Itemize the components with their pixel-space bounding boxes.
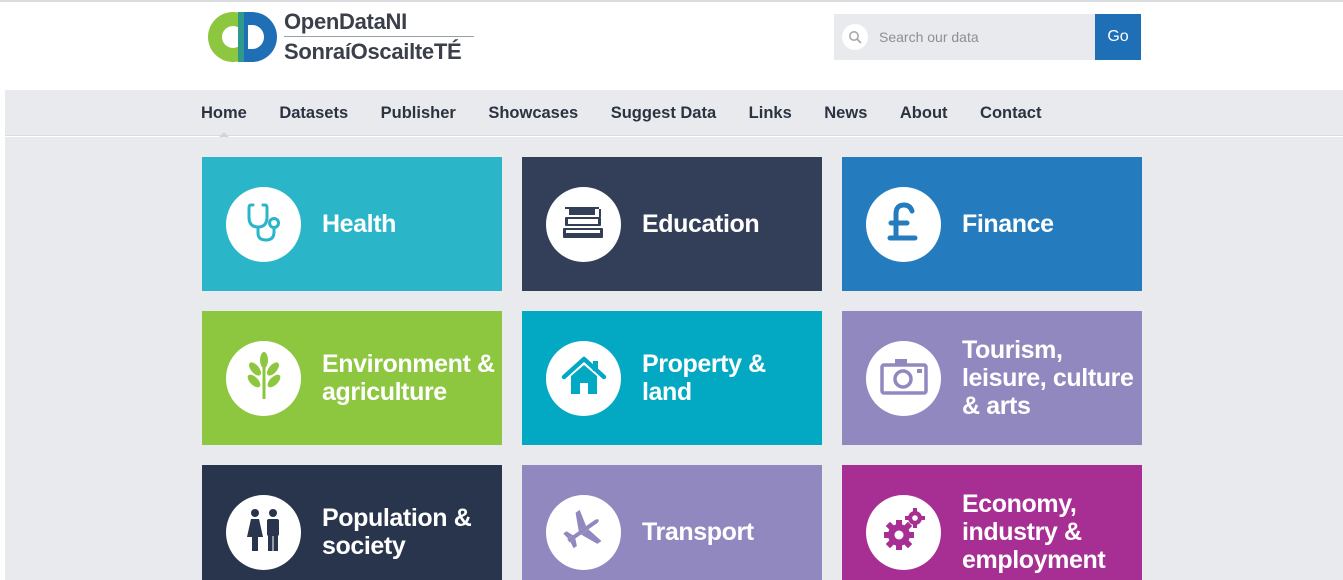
tile-label: Property & land xyxy=(642,350,766,406)
nav-item-home[interactable]: Home xyxy=(201,104,247,137)
nav-item-publisher[interactable]: Publisher xyxy=(381,104,456,123)
tile-tourism-leisure-culture-arts[interactable]: Tourism, leisure, culture & arts xyxy=(842,311,1142,445)
main-nav: Home Datasets Publisher Showcases Sugges… xyxy=(5,90,1343,137)
tile-icon-circle xyxy=(226,186,301,262)
tile-label: Environment & agriculture xyxy=(322,350,495,406)
tile-label: Finance xyxy=(962,210,1054,238)
search-input[interactable] xyxy=(879,15,1079,59)
plant-icon xyxy=(241,351,287,406)
books-icon xyxy=(559,199,609,250)
nav-item-links[interactable]: Links xyxy=(749,104,792,123)
tile-label: Tourism, leisure, culture & arts xyxy=(962,336,1134,420)
house-icon xyxy=(560,353,608,404)
logo-text: OpenDataNI SonraíOscailteTÉ xyxy=(284,8,474,65)
search-bar: Go xyxy=(834,14,1141,60)
tile-icon-circle xyxy=(546,494,621,570)
tile-icon-circle xyxy=(546,340,621,416)
tile-icon-circle xyxy=(866,340,941,416)
site-header: OpenDataNI SonraíOscailteTÉ Go xyxy=(0,2,1343,90)
tile-label: Population & society xyxy=(322,504,472,560)
tile-icon-circle xyxy=(866,494,941,570)
gears-icon xyxy=(880,506,928,559)
nav-list: Home Datasets Publisher Showcases Sugges… xyxy=(201,90,1074,137)
tile-label: Health xyxy=(322,210,397,238)
airplane-icon xyxy=(561,507,607,558)
search-icon xyxy=(842,24,868,50)
tile-environment-agriculture[interactable]: Environment & agriculture xyxy=(202,311,502,445)
tile-health[interactable]: Health xyxy=(202,157,502,291)
logo-line-1: OpenDataNI xyxy=(284,9,407,34)
logo-divider xyxy=(284,36,474,37)
nav-item-showcases[interactable]: Showcases xyxy=(488,104,578,123)
pound-icon xyxy=(881,199,927,250)
tile-icon-circle xyxy=(866,186,941,262)
tile-transport[interactable]: Transport xyxy=(522,465,822,580)
nav-item-suggest-data[interactable]: Suggest Data xyxy=(611,104,716,123)
logo-mark-icon xyxy=(208,10,280,64)
main-content: Health Education Finance Environment & a… xyxy=(5,137,1343,580)
stethoscope-icon xyxy=(241,199,287,250)
nav-item-contact[interactable]: Contact xyxy=(980,104,1041,123)
nav-item-datasets[interactable]: Datasets xyxy=(279,104,348,123)
tile-icon-circle xyxy=(226,494,301,570)
tile-icon-circle xyxy=(226,340,301,416)
tile-property-land[interactable]: Property & land xyxy=(522,311,822,445)
tile-label: Education xyxy=(642,210,760,238)
tile-finance[interactable]: Finance xyxy=(842,157,1142,291)
tile-economy-industry-employment[interactable]: Economy, industry & employment xyxy=(842,465,1142,580)
tile-label: Transport xyxy=(642,518,754,546)
tile-icon-circle xyxy=(546,186,621,262)
people-icon xyxy=(241,505,287,560)
search-box xyxy=(834,14,1095,60)
nav-item-news[interactable]: News xyxy=(824,104,867,123)
tile-education[interactable]: Education xyxy=(522,157,822,291)
tile-population-society[interactable]: Population & society xyxy=(202,465,502,580)
search-go-button[interactable]: Go xyxy=(1095,14,1141,60)
nav-item-about[interactable]: About xyxy=(900,104,948,123)
camera-icon xyxy=(879,353,929,404)
site-logo[interactable]: OpenDataNI SonraíOscailteTÉ xyxy=(208,8,474,65)
tile-label: Economy, industry & employment xyxy=(962,490,1106,574)
logo-line-2: SonraíOscailteTÉ xyxy=(284,39,462,64)
